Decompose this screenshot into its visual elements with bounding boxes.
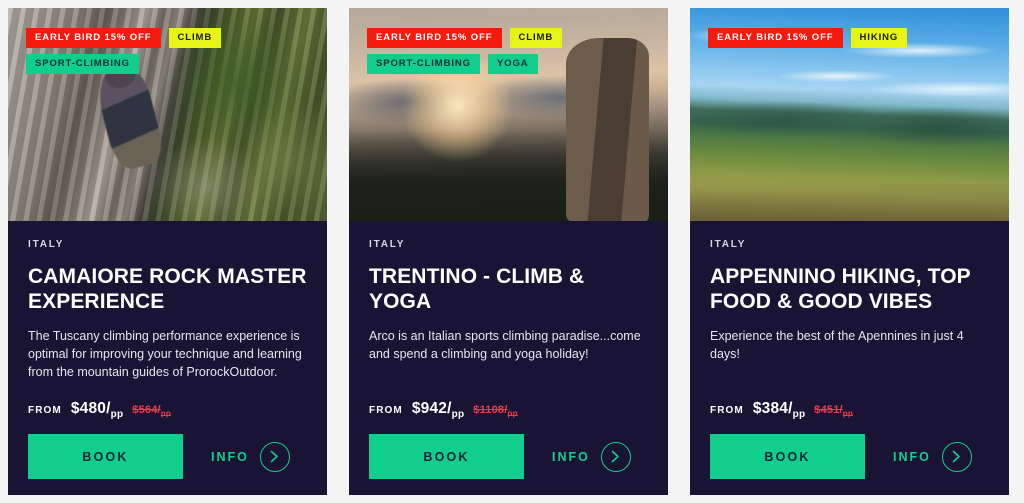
price-row: FROM $384/pp $451/pp: [710, 400, 989, 420]
badge-group: EARLY BIRD 15% OFF HIKING: [708, 28, 995, 48]
badge: SPORT-CLIMBING: [367, 54, 480, 74]
from-label: FROM: [710, 404, 744, 416]
badge-group: EARLY BIRD 15% OFF CLIMB SPORT-CLIMBING: [26, 28, 313, 74]
current-price: $384/pp: [752, 399, 806, 420]
badge: CLIMB: [509, 28, 563, 48]
card-country: ITALY: [710, 239, 747, 250]
price-row: FROM $942/pp $1108/pp: [369, 400, 648, 420]
badge: HIKING: [850, 28, 908, 48]
from-label: FROM: [369, 404, 403, 416]
tour-card[interactable]: EARLY BIRD 15% OFF CLIMB SPORT-CLIMBING IT…: [8, 8, 327, 495]
price-unit: pp: [507, 409, 518, 419]
card-spacer: [28, 391, 307, 400]
price-unit: pp: [451, 409, 465, 420]
badge: EARLY BIRD 15% OFF: [708, 28, 843, 48]
card-media[interactable]: EARLY BIRD 15% OFF CLIMB SPORT-CLIMBING YOG…: [349, 8, 668, 221]
tour-card[interactable]: EARLY BIRD 15% OFF HIKING ITALY APPENNINO…: [690, 8, 1009, 495]
badge: EARLY BIRD 15% OFF: [367, 28, 502, 48]
book-button[interactable]: BOOK: [28, 434, 183, 479]
chevron-right-icon: [941, 441, 972, 472]
price-unit: pp: [842, 409, 853, 419]
card-title: CAMAIORE ROCK MASTER EXPERIENCE: [28, 265, 307, 313]
badge: CLIMB: [168, 28, 222, 48]
card-body: ITALY TRENTINO - CLIMB & YOGA Arco is an…: [349, 221, 668, 495]
card-spacer: [710, 373, 989, 400]
info-button-label: INFO: [552, 449, 590, 464]
tour-card[interactable]: EARLY BIRD 15% OFF CLIMB SPORT-CLIMBING YOG…: [349, 8, 668, 495]
card-description: Arco is an Italian sports climbing parad…: [369, 329, 641, 361]
card-actions: BOOK INFO: [710, 434, 989, 479]
badge-group: EARLY BIRD 15% OFF CLIMB SPORT-CLIMBING YOG…: [367, 28, 654, 74]
info-button[interactable]: INFO: [552, 441, 631, 472]
card-country: ITALY: [28, 239, 65, 250]
book-button[interactable]: BOOK: [710, 434, 865, 479]
card-title: TRENTINO - CLIMB & YOGA: [369, 265, 585, 313]
card-media[interactable]: EARLY BIRD 15% OFF CLIMB SPORT-CLIMBING: [8, 8, 327, 221]
card-title: APPENNINO HIKING, TOP FOOD & GOOD VIBES: [710, 265, 971, 313]
price-unit: pp: [792, 409, 806, 420]
card-media[interactable]: EARLY BIRD 15% OFF HIKING: [690, 8, 1009, 221]
card-description: Experience the best of the Apennines in …: [710, 329, 964, 361]
card-body: ITALY APPENNINO HIKING, TOP FOOD & GOOD …: [690, 221, 1009, 495]
original-price: $1108/pp: [473, 403, 518, 419]
card-body: ITALY CAMAIORE ROCK MASTER EXPERIENCE Th…: [8, 221, 327, 495]
badge: YOGA: [487, 54, 538, 74]
chevron-right-icon: [600, 441, 631, 472]
chevron-right-icon: [259, 441, 290, 472]
card-actions: BOOK INFO: [28, 434, 307, 479]
info-button[interactable]: INFO: [893, 441, 972, 472]
original-price: $564/pp: [132, 403, 171, 419]
info-button[interactable]: INFO: [211, 441, 290, 472]
price-unit: pp: [110, 409, 124, 420]
from-label: FROM: [28, 404, 62, 416]
current-price: $942/pp: [411, 399, 465, 420]
book-button[interactable]: BOOK: [369, 434, 524, 479]
current-price: $480/pp: [70, 399, 124, 420]
card-actions: BOOK INFO: [369, 434, 648, 479]
badge: EARLY BIRD 15% OFF: [26, 28, 161, 48]
price-row: FROM $480/pp $564/pp: [28, 400, 307, 420]
price-unit: pp: [160, 409, 171, 419]
card-country: ITALY: [369, 239, 406, 250]
info-button-label: INFO: [893, 449, 931, 464]
tour-card-list: EARLY BIRD 15% OFF CLIMB SPORT-CLIMBING IT…: [0, 0, 1024, 503]
badge: SPORT-CLIMBING: [26, 54, 139, 74]
card-description: The Tuscany climbing performance experie…: [28, 329, 302, 379]
info-button-label: INFO: [211, 449, 249, 464]
card-spacer: [369, 373, 648, 400]
original-price: $451/pp: [814, 403, 853, 419]
